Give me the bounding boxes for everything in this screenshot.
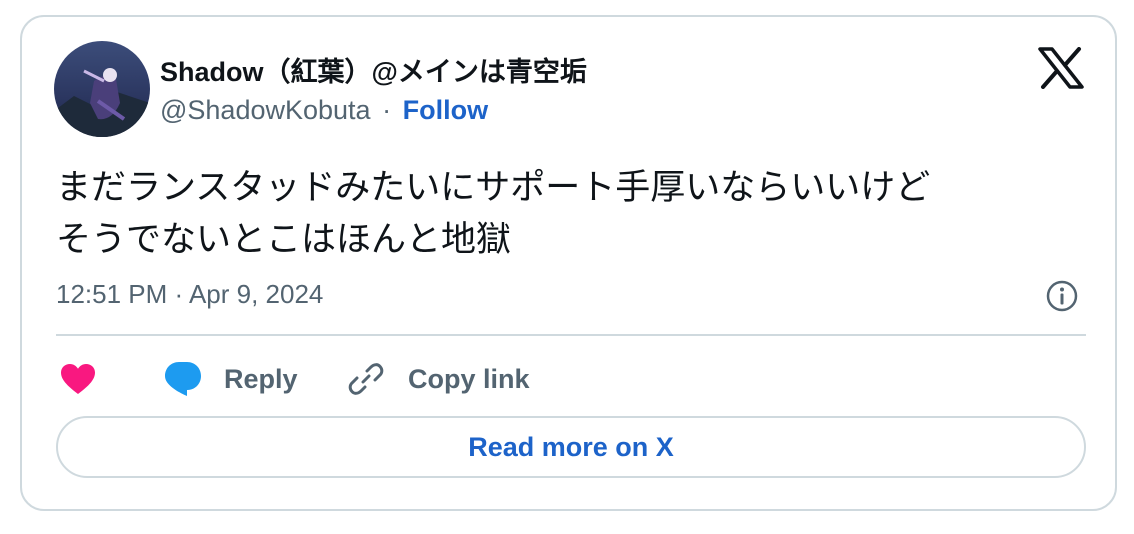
link-icon [348, 363, 384, 395]
tweet-text: まだランスタッドみたいにサポート手厚いならいいけど そうでないとこはほんと地獄 [56, 162, 1086, 266]
like-button[interactable] [60, 357, 96, 401]
author-handle[interactable]: @ShadowKobuta [160, 95, 371, 125]
info-icon[interactable] [1045, 279, 1079, 313]
reply-button[interactable]: Reply [164, 357, 298, 401]
divider [56, 334, 1086, 336]
read-more-button[interactable]: Read more on X [56, 416, 1086, 478]
copy-link-button[interactable]: Copy link [346, 357, 530, 401]
tweet-text-line-1: まだランスタッドみたいにサポート手厚いならいいけど [56, 168, 931, 208]
separator-dot: · [382, 95, 392, 125]
author-display-name[interactable]: Shadow（紅葉）@メインは青空垢 [160, 50, 587, 89]
heart-icon [61, 364, 95, 394]
tweet-timestamp[interactable]: 12:51 PM · Apr 9, 2024 [56, 279, 323, 310]
tweet-embed-card: Shadow（紅葉）@メインは青空垢 @ShadowKobuta · Follo… [20, 15, 1117, 511]
tweet-text-line-2: そうでないとこはほんと地獄 [56, 220, 512, 260]
speech-bubble-icon [165, 362, 201, 396]
x-logo-icon[interactable] [1038, 47, 1084, 89]
follow-link[interactable]: Follow [403, 95, 488, 125]
author-handle-row: @ShadowKobuta · Follow [160, 95, 488, 126]
reply-label: Reply [224, 363, 298, 394]
avatar[interactable] [54, 41, 150, 137]
copy-link-label: Copy link [408, 363, 530, 394]
